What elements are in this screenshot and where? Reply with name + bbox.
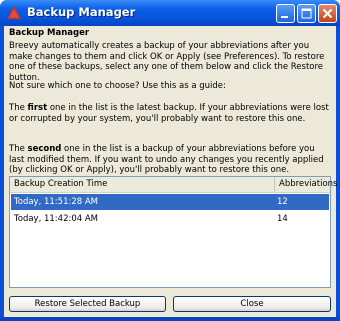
intro-text: Breevy automatically creates a backup of… bbox=[9, 41, 325, 83]
section-heading: Backup Manager bbox=[9, 28, 90, 38]
backup-list[interactable]: Backup Creation Time Abbreviations Today… bbox=[9, 176, 337, 288]
window-bottom-border bbox=[0, 317, 340, 321]
minimize-icon bbox=[281, 16, 288, 18]
list-item[interactable]: Today, 11:51:28 AM 12 bbox=[11, 194, 329, 210]
dialog-body: Backup Manager Breevy automatically crea… bbox=[4, 26, 337, 317]
restore-button[interactable]: Restore Selected Backup bbox=[9, 296, 166, 312]
abbreviation-count: 12 bbox=[277, 197, 288, 207]
abbreviation-count: 14 bbox=[277, 214, 288, 224]
backup-time: Today, 11:51:28 AM bbox=[14, 197, 99, 207]
first-backup-explanation: The first one in the list is the latest … bbox=[9, 103, 329, 124]
column-header-abbreviations[interactable]: Abbreviations bbox=[275, 177, 337, 192]
app-icon bbox=[6, 5, 22, 21]
close-button[interactable]: Close bbox=[173, 296, 331, 312]
backup-manager-window: Backup Manager Backup Manager Breevy aut… bbox=[0, 0, 340, 321]
maximize-icon bbox=[301, 8, 312, 19]
title-bar[interactable]: Backup Manager bbox=[0, 0, 340, 26]
close-icon bbox=[322, 8, 333, 19]
backup-time: Today, 11:42:04 AM bbox=[14, 214, 99, 224]
window-close-button[interactable] bbox=[318, 4, 337, 23]
window-title: Backup Manager bbox=[27, 5, 136, 19]
maximize-button[interactable] bbox=[297, 4, 316, 23]
list-item[interactable]: Today, 11:42:04 AM 14 bbox=[11, 211, 329, 227]
second-backup-explanation: The second one in the list is a backup o… bbox=[9, 144, 324, 175]
column-header-time[interactable]: Backup Creation Time bbox=[10, 177, 275, 192]
guide-text: Not sure which one to choose? Use this a… bbox=[9, 81, 226, 91]
minimize-button[interactable] bbox=[276, 4, 295, 23]
list-header: Backup Creation Time Abbreviations bbox=[10, 177, 337, 193]
